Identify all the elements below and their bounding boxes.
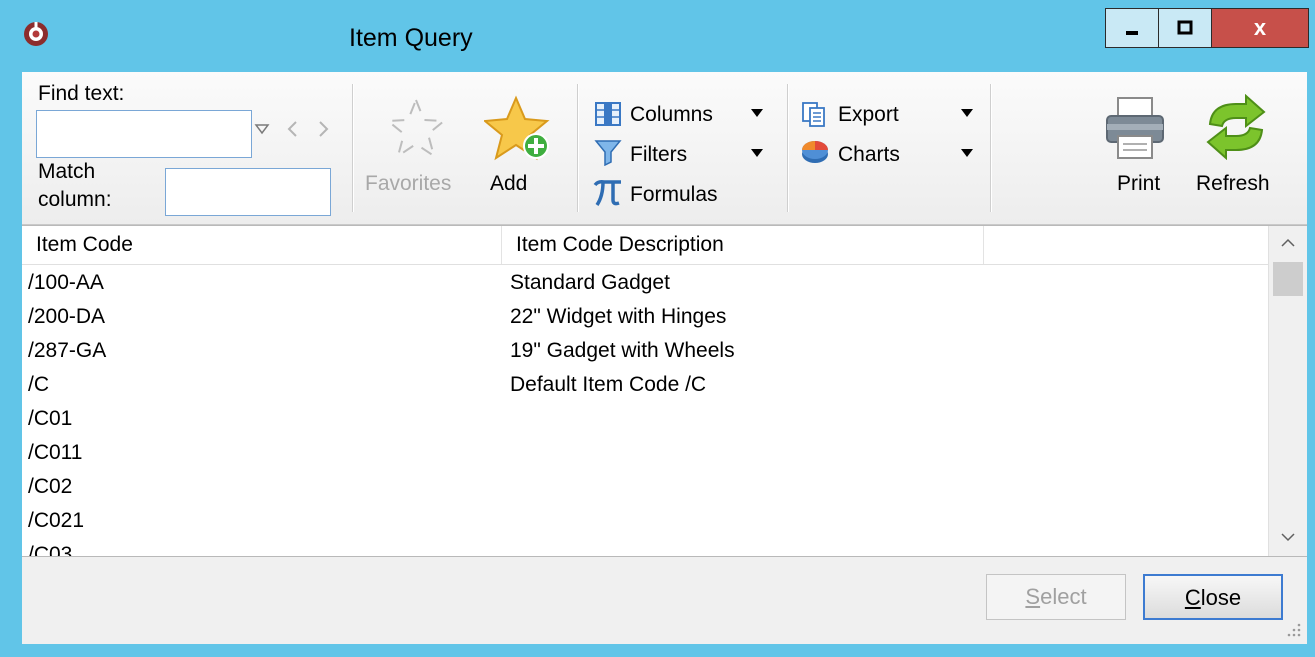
find-text-label: Find text:	[38, 82, 125, 105]
item-description-cell: 22" Widget with Hinges	[510, 305, 727, 328]
chevron-down-icon	[1281, 533, 1295, 542]
window-controls: x	[1105, 8, 1309, 48]
close-label-rest: lose	[1200, 585, 1242, 610]
columns-icon	[595, 102, 621, 126]
add-label: Add	[490, 172, 528, 195]
columns-label: Columns	[630, 103, 713, 126]
print-label: Print	[1117, 172, 1161, 195]
maximize-icon	[1177, 20, 1193, 35]
table-row[interactable]: /200-DA 22" Widget with Hinges	[22, 300, 1268, 334]
refresh-icon	[1206, 94, 1266, 160]
find-text-dropdown-icon[interactable]	[254, 122, 270, 136]
toolbar-separator	[787, 84, 788, 212]
printer-icon	[1106, 97, 1164, 159]
item-code-cell: /287-GA	[28, 339, 107, 362]
dialog-body: Find text: Match column: Favorites Add C…	[22, 72, 1307, 644]
table-row[interactable]: /C01	[22, 402, 1268, 436]
chevron-up-icon	[1281, 238, 1295, 247]
vertical-scrollbar[interactable]	[1268, 226, 1307, 556]
match-column-label-line2: column:	[38, 188, 112, 211]
table-row[interactable]: /C02	[22, 470, 1268, 504]
table-row[interactable]: /C03	[22, 538, 1268, 557]
scroll-down-button[interactable]	[1269, 524, 1307, 552]
table-row[interactable]: /C021	[22, 504, 1268, 538]
window-title: Item Query	[349, 24, 473, 52]
pi-formula-icon	[593, 180, 621, 206]
item-code-cell: /C	[28, 373, 49, 396]
export-dropdown-icon[interactable]	[960, 108, 974, 118]
match-column-input[interactable]	[165, 168, 331, 216]
item-code-cell: /C011	[28, 441, 83, 464]
table-row[interactable]: /100-AA Standard Gadget	[22, 266, 1268, 300]
formulas-label: Formulas	[630, 183, 718, 206]
toolbar: Find text: Match column: Favorites Add C…	[22, 72, 1307, 225]
item-grid[interactable]: Item Code Item Code Description /100-AA S…	[22, 225, 1307, 557]
filters-label: Filters	[630, 143, 688, 166]
export-label: Export	[838, 103, 899, 126]
app-icon[interactable]	[22, 20, 50, 48]
close-mnemonic: C	[1184, 585, 1201, 610]
scroll-thumb[interactable]	[1273, 262, 1303, 296]
item-code-cell: /200-DA	[28, 305, 106, 328]
favorites-label: Favorites	[365, 172, 452, 195]
item-code-cell: /C01	[28, 407, 73, 430]
item-code-cell: /C03	[28, 543, 73, 557]
pie-chart-icon	[802, 141, 828, 163]
column-header-item-code[interactable]: Item Code	[22, 226, 502, 264]
find-previous-icon[interactable]	[286, 120, 300, 138]
grid-rows: /100-AA Standard Gadget /200-DA 22" Widget…	[22, 266, 1268, 557]
resize-grip-icon[interactable]	[1284, 620, 1302, 638]
match-column-label-line1: Match	[38, 160, 96, 183]
favorites-star-icon	[385, 97, 447, 159]
close-button[interactable]: Close	[1143, 574, 1283, 620]
add-star-icon	[484, 95, 550, 161]
maximize-button[interactable]	[1159, 9, 1212, 47]
select-label-rest: elect	[1040, 584, 1087, 609]
export-document-icon	[802, 102, 825, 127]
title-bar: Item Query x	[0, 0, 1315, 72]
select-mnemonic: S	[1025, 584, 1041, 609]
table-row[interactable]: /C011	[22, 436, 1268, 470]
find-text-input[interactable]	[36, 110, 252, 158]
columns-dropdown-icon[interactable]	[750, 108, 764, 118]
item-description-cell: Standard Gadget	[510, 271, 670, 294]
select-button[interactable]: Select	[986, 574, 1126, 620]
item-description-cell: Default Item Code /C	[510, 373, 707, 396]
filter-funnel-icon	[594, 140, 622, 166]
refresh-label: Refresh	[1196, 172, 1270, 195]
table-row[interactable]: /287-GA 19" Gadget with Wheels	[22, 334, 1268, 368]
toolbar-separator	[352, 84, 353, 212]
grid-header: Item Code Item Code Description	[22, 226, 1268, 265]
filters-dropdown-icon[interactable]	[750, 148, 764, 158]
toolbar-separator	[990, 84, 991, 212]
close-icon: x	[1253, 15, 1267, 40]
charts-dropdown-icon[interactable]	[960, 148, 974, 158]
toolbar-separator	[577, 84, 578, 212]
column-header-item-code-description[interactable]: Item Code Description	[502, 226, 984, 264]
table-row[interactable]: /C Default Item Code /C	[22, 368, 1268, 402]
dialog-footer: Select Close	[22, 556, 1307, 644]
scroll-up-button[interactable]	[1269, 230, 1307, 258]
item-description-cell: 19" Gadget with Wheels	[510, 339, 735, 362]
find-next-icon[interactable]	[316, 120, 330, 138]
item-code-cell: /100-AA	[28, 271, 104, 294]
minimize-button[interactable]	[1106, 9, 1159, 47]
minimize-icon	[1126, 31, 1138, 35]
charts-label: Charts	[838, 143, 900, 166]
item-code-cell: /C02	[28, 475, 73, 498]
item-code-cell: /C021	[28, 509, 85, 532]
close-window-button[interactable]: x	[1212, 9, 1308, 47]
